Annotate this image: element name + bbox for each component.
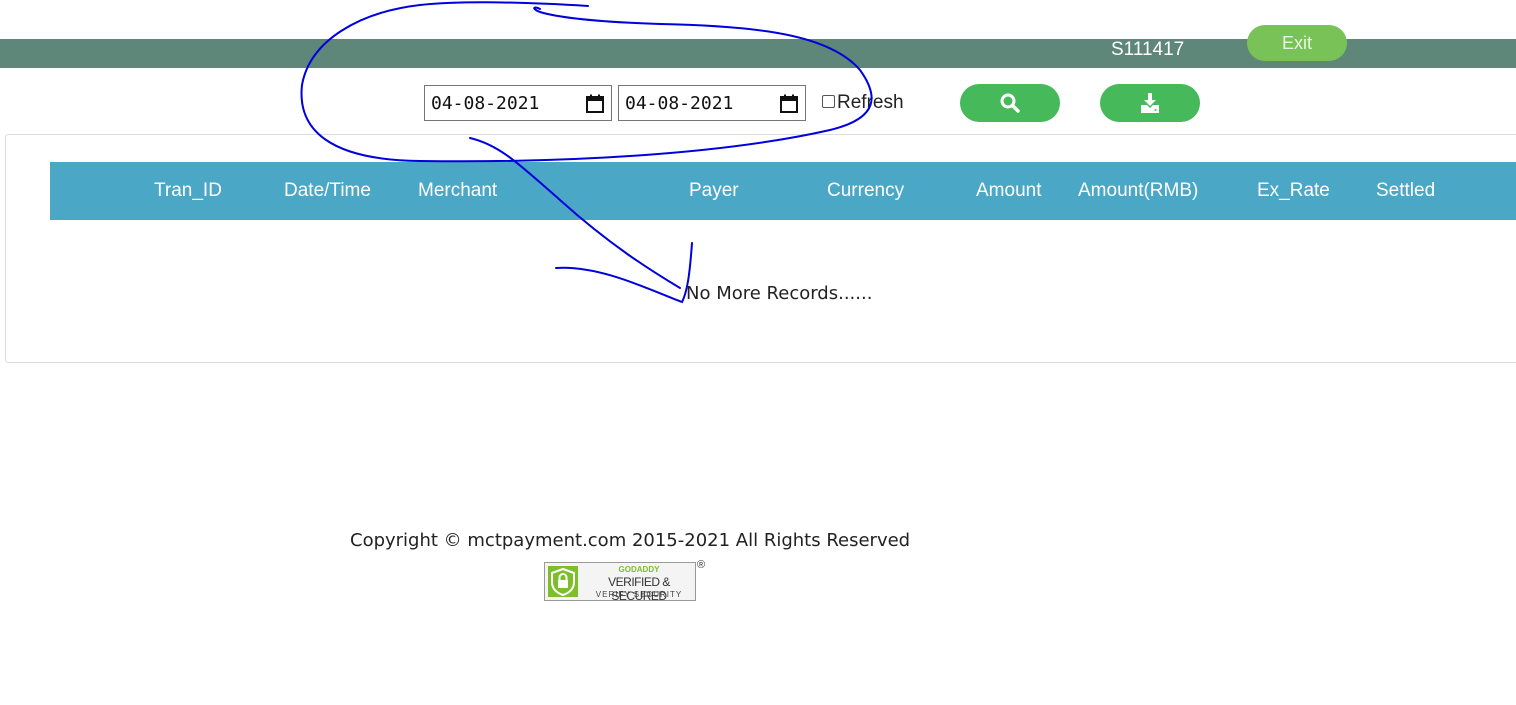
merchant-id: S111417 — [1111, 39, 1185, 60]
empty-state-message: No More Records...... — [686, 283, 873, 304]
column-header-amount[interactable]: Amount — [976, 179, 1041, 203]
copyright-text: Copyright © mctpayment.com 2015-2021 All… — [350, 530, 911, 551]
seal-brand: GODADDY — [618, 565, 660, 574]
to-date-input[interactable]: 04-08-2021 — [618, 85, 806, 121]
calendar-icon[interactable] — [585, 94, 605, 114]
calendar-icon[interactable] — [779, 94, 799, 114]
column-header-merchant[interactable]: Merchant — [418, 179, 497, 203]
lock-icon — [548, 566, 578, 597]
refresh-label: Refresh — [837, 92, 904, 113]
from-date-value: 04-08-2021 — [431, 93, 540, 114]
column-header-date-time[interactable]: Date/Time — [284, 179, 371, 203]
download-icon — [1141, 93, 1159, 113]
search-icon — [1000, 93, 1020, 113]
registered-mark: ® — [697, 559, 706, 571]
security-seal[interactable]: GODADDY VERIFIED & SECURED VERIFY SECURI… — [544, 562, 696, 603]
column-header-settled[interactable]: Settled — [1376, 179, 1435, 203]
seal-subtitle: VERIFY SECURITY — [595, 590, 683, 599]
column-header-currency[interactable]: Currency — [827, 179, 904, 203]
to-date-value: 04-08-2021 — [625, 93, 734, 114]
from-date-input[interactable]: 04-08-2021 — [424, 85, 612, 121]
search-button[interactable] — [960, 84, 1060, 122]
refresh-checkbox[interactable] — [822, 95, 835, 108]
column-header-payer[interactable]: Payer — [689, 179, 739, 203]
column-header-tran-id[interactable]: Tran_ID — [154, 179, 222, 203]
download-button[interactable] — [1100, 84, 1200, 122]
exit-button[interactable]: Exit — [1247, 25, 1347, 61]
column-header-ex-rate[interactable]: Ex_Rate — [1257, 179, 1330, 203]
column-header-amount-rmb[interactable]: Amount(RMB) — [1078, 179, 1198, 203]
